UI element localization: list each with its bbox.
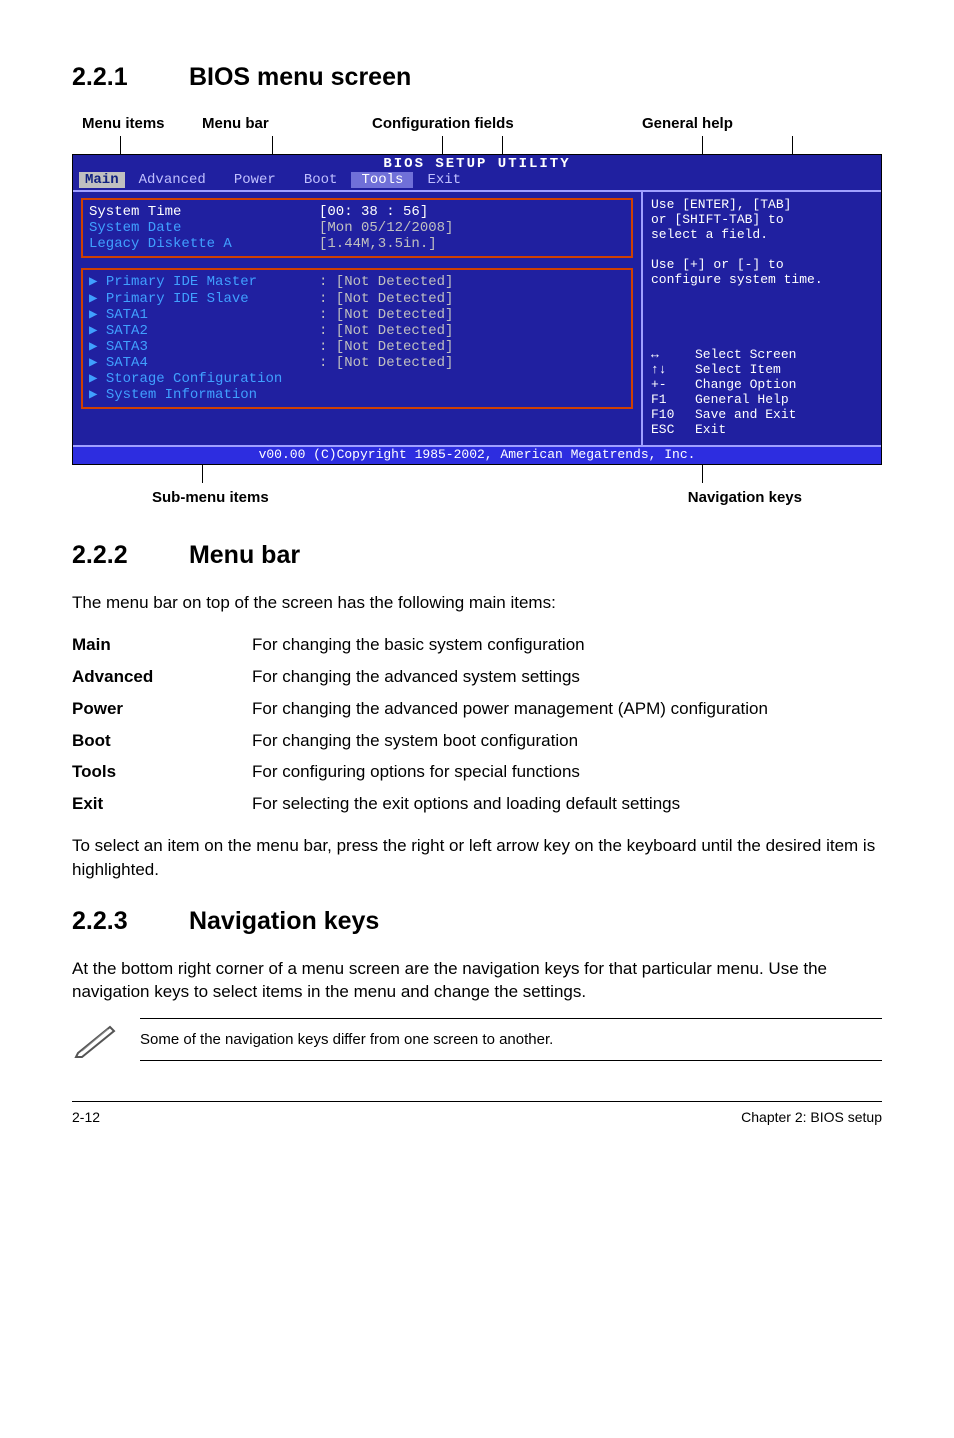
bios-help-key-row: ↑↓Select Item bbox=[651, 363, 873, 378]
bios-tab-exit[interactable]: Exit bbox=[413, 172, 475, 188]
label-general-help: General help bbox=[642, 113, 842, 134]
definition-term: Boot bbox=[72, 725, 252, 757]
definition-desc: For changing the advanced system setting… bbox=[252, 661, 882, 693]
bios-tab-tools[interactable]: Tools bbox=[351, 172, 413, 188]
bios-help-key-row: ESCExit bbox=[651, 423, 873, 438]
navkeys-paragraph: At the bottom right corner of a menu scr… bbox=[72, 957, 882, 1005]
label-sub-menu-items: Sub-menu items bbox=[72, 487, 372, 508]
bios-help-line: select a field. bbox=[651, 228, 873, 243]
heading-num: 2.2.2 bbox=[72, 538, 182, 573]
menubar-definitions: MainFor changing the basic system config… bbox=[72, 629, 882, 820]
bios-group-devices: ▶ Primary IDE Master: [Not Detected]▶ Pr… bbox=[81, 268, 633, 409]
bios-row[interactable]: ▶ Primary IDE Slave: [Not Detected] bbox=[89, 291, 625, 307]
pencil-note-icon bbox=[72, 1021, 118, 1059]
diagram-top-labels: Menu items Menu bar Configuration fields… bbox=[72, 113, 882, 134]
bios-tab-boot[interactable]: Boot bbox=[290, 172, 352, 188]
menubar-outro: To select an item on the menu bar, press… bbox=[72, 834, 882, 882]
bios-help-key-row: ↔Select Screen bbox=[651, 348, 873, 363]
definition-term: Tools bbox=[72, 756, 252, 788]
definition-term: Exit bbox=[72, 788, 252, 820]
bios-help-line: Use [ENTER], [TAB] bbox=[651, 198, 873, 213]
definition-row: MainFor changing the basic system config… bbox=[72, 629, 882, 661]
bios-left-pane: System Time[00: 38 : 56]System Date[Mon … bbox=[73, 192, 641, 445]
bios-row[interactable]: System Time[00: 38 : 56] bbox=[89, 204, 625, 220]
bios-row[interactable]: Legacy Diskette A[1.44M,3.5in.] bbox=[89, 236, 625, 252]
definition-row: ExitFor selecting the exit options and l… bbox=[72, 788, 882, 820]
bios-tab-main[interactable]: Main bbox=[79, 172, 125, 188]
bios-help-pane: Use [ENTER], [TAB]or [SHIFT-TAB] toselec… bbox=[641, 192, 881, 445]
bios-row[interactable]: ▶ Storage Configuration bbox=[89, 371, 625, 387]
bios-row[interactable]: ▶ SATA4: [Not Detected] bbox=[89, 355, 625, 371]
note-text: Some of the navigation keys differ from … bbox=[140, 1018, 882, 1061]
definition-desc: For selecting the exit options and loadi… bbox=[252, 788, 882, 820]
heading-title: Navigation keys bbox=[189, 907, 379, 935]
bios-title: BIOS SETUP UTILITY bbox=[73, 155, 881, 172]
tick-row-bottom bbox=[72, 465, 882, 483]
note-block: Some of the navigation keys differ from … bbox=[72, 1018, 882, 1061]
bios-group-system: System Time[00: 38 : 56]System Date[Mon … bbox=[81, 198, 633, 258]
heading-title: BIOS menu screen bbox=[189, 63, 411, 91]
definition-desc: For changing the advanced power manageme… bbox=[252, 693, 882, 725]
definition-row: ToolsFor configuring options for special… bbox=[72, 756, 882, 788]
menubar-intro: The menu bar on top of the screen has th… bbox=[72, 591, 882, 615]
definition-desc: For configuring options for special func… bbox=[252, 756, 882, 788]
label-config-fields: Configuration fields bbox=[372, 113, 642, 134]
bios-help-line: or [SHIFT-TAB] to bbox=[651, 213, 873, 228]
bios-row[interactable]: ▶ System Information bbox=[89, 387, 625, 403]
page-chapter: Chapter 2: BIOS setup bbox=[741, 1108, 882, 1128]
page-footer: 2-12 Chapter 2: BIOS setup bbox=[72, 1101, 882, 1128]
definition-term: Advanced bbox=[72, 661, 252, 693]
heading-2-2-3: 2.2.3 Navigation keys bbox=[72, 904, 882, 939]
bios-help-key-row: F10Save and Exit bbox=[651, 408, 873, 423]
bios-copyright: v00.00 (C)Copyright 1985-2002, American … bbox=[73, 447, 881, 464]
definition-row: AdvancedFor changing the advanced system… bbox=[72, 661, 882, 693]
heading-num: 2.2.3 bbox=[72, 904, 182, 939]
bios-footer: v00.00 (C)Copyright 1985-2002, American … bbox=[73, 445, 881, 464]
page-number: 2-12 bbox=[72, 1108, 100, 1128]
definition-desc: For changing the basic system configurat… bbox=[252, 629, 882, 661]
bios-row[interactable]: ▶ Primary IDE Master: [Not Detected] bbox=[89, 274, 625, 290]
bios-row[interactable]: System Date[Mon 05/12/2008] bbox=[89, 220, 625, 236]
heading-2-2-2: 2.2.2 Menu bar bbox=[72, 538, 882, 573]
definition-desc: For changing the system boot configurati… bbox=[252, 725, 882, 757]
definition-term: Main bbox=[72, 629, 252, 661]
bios-row[interactable]: ▶ SATA1: [Not Detected] bbox=[89, 307, 625, 323]
bios-help-line: Use [+] or [-] to bbox=[651, 258, 873, 273]
label-navigation-keys: Navigation keys bbox=[372, 487, 882, 508]
heading-2-2-1: 2.2.1 BIOS menu screen bbox=[72, 60, 882, 95]
bios-tab-advanced[interactable]: Advanced bbox=[125, 172, 220, 188]
heading-num: 2.2.1 bbox=[72, 60, 182, 95]
definition-row: BootFor changing the system boot configu… bbox=[72, 725, 882, 757]
bios-help-key-row: F1General Help bbox=[651, 393, 873, 408]
bios-tab-power[interactable]: Power bbox=[220, 172, 290, 188]
label-menu-items: Menu items bbox=[72, 113, 202, 134]
bios-row[interactable]: ▶ SATA2: [Not Detected] bbox=[89, 323, 625, 339]
bios-help-line bbox=[651, 243, 873, 258]
definition-row: PowerFor changing the advanced power man… bbox=[72, 693, 882, 725]
tick-row-top bbox=[72, 136, 882, 154]
bios-screenshot: BIOS SETUP UTILITY Main Advanced Power B… bbox=[72, 154, 882, 465]
bios-menubar: Main Advanced Power Boot Tools Exit bbox=[73, 172, 881, 190]
diagram-bottom-labels: Sub-menu items Navigation keys bbox=[72, 487, 882, 508]
definition-term: Power bbox=[72, 693, 252, 725]
bios-help-key-row: +-Change Option bbox=[651, 378, 873, 393]
label-menu-bar: Menu bar bbox=[202, 113, 372, 134]
bios-row[interactable]: ▶ SATA3: [Not Detected] bbox=[89, 339, 625, 355]
heading-title: Menu bar bbox=[189, 541, 300, 569]
bios-help-line: configure system time. bbox=[651, 273, 873, 288]
